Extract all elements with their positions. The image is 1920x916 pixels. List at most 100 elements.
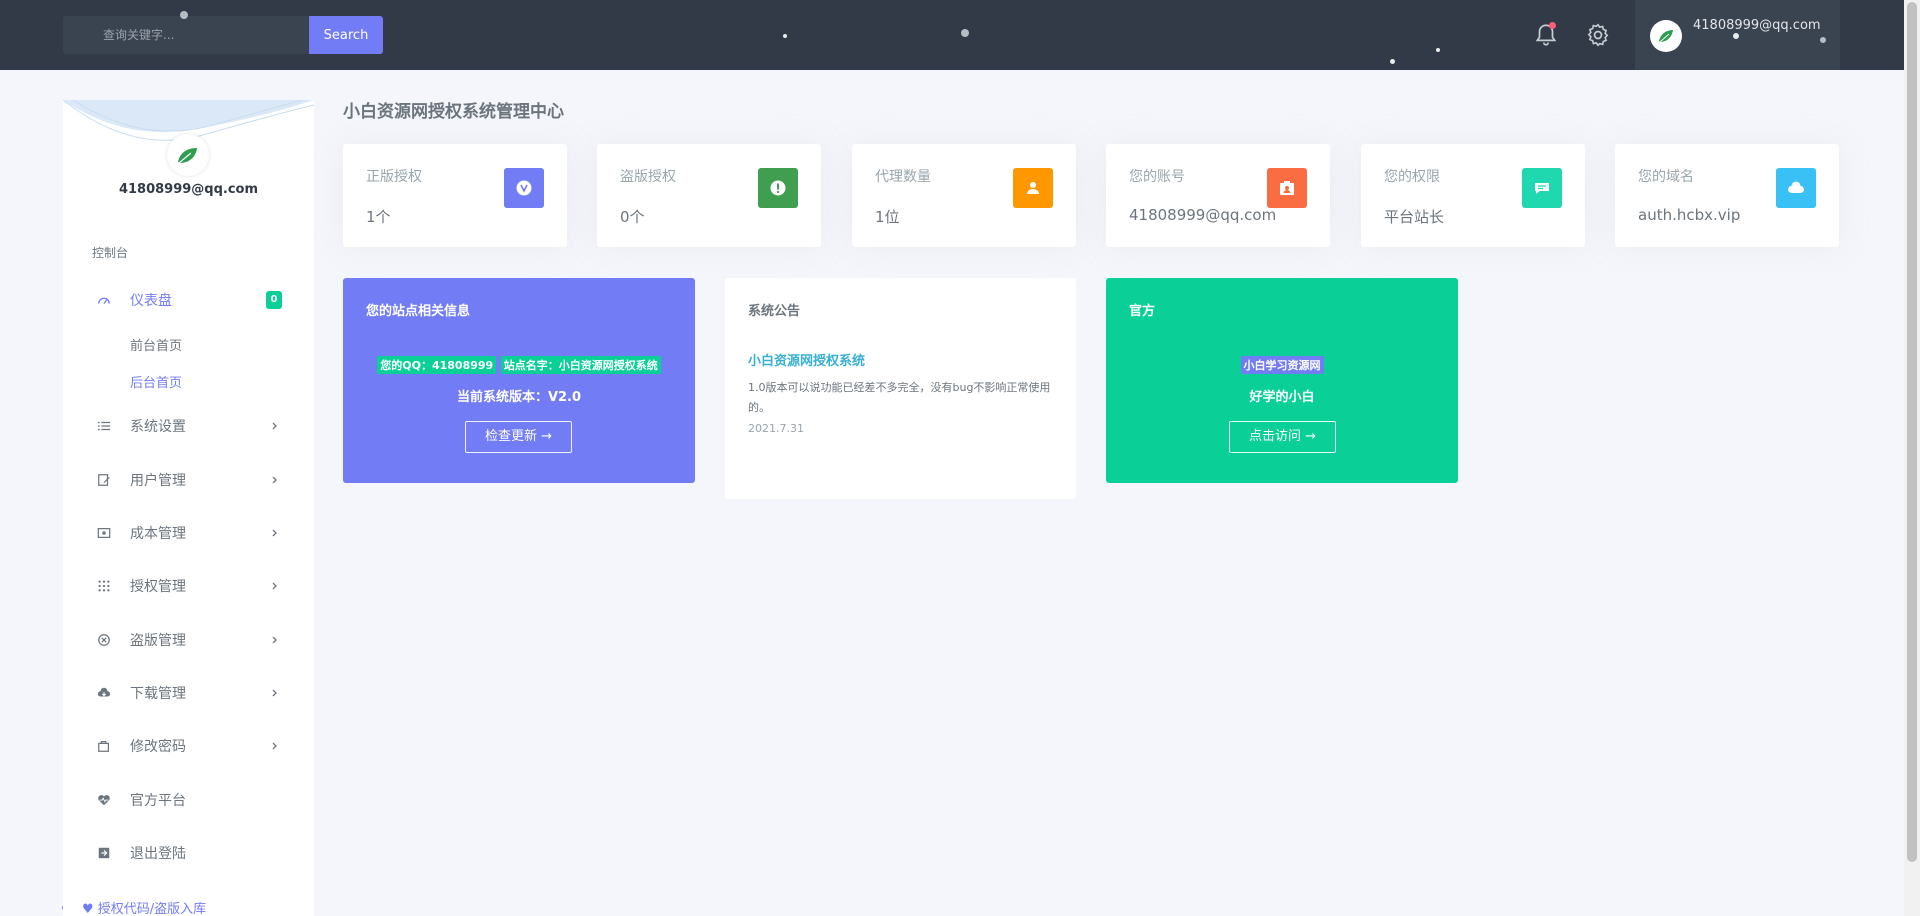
- stat-label: 代理数量: [875, 169, 931, 185]
- decorative-particle: [1436, 48, 1440, 52]
- stat-label: 盗版授权: [620, 169, 676, 185]
- sidebar-item-label: 下载管理: [130, 686, 186, 702]
- official-chip: 小白学习资源网: [1240, 356, 1324, 374]
- site-name-chip: 站点名字：小白资源网授权系统: [500, 356, 661, 374]
- sidebar-item-label: 仪表盘: [130, 293, 172, 309]
- chevron-right-icon: [272, 742, 277, 750]
- stat-label: 您的账号: [1129, 169, 1185, 185]
- cash-icon: [97, 528, 111, 538]
- decorative-particle: [961, 29, 969, 37]
- stat-value: 1位: [875, 208, 900, 226]
- decorative-particle: [1733, 33, 1739, 39]
- sidebar-item-official-platform[interactable]: 官方平台: [63, 785, 314, 815]
- notification-bell-icon[interactable]: [1533, 22, 1559, 48]
- site-info-panel: 您的站点相关信息 您的QQ：41808999 站点名字：小白资源网授权系统 当前…: [343, 278, 695, 483]
- chevron-right-icon: [272, 476, 277, 484]
- sidebar-subitem-backend-home[interactable]: 后台首页: [130, 372, 182, 391]
- stat-value: 平台站长: [1384, 208, 1445, 226]
- stat-value: 0个: [620, 208, 645, 226]
- visit-button[interactable]: 点击访问 →: [1229, 421, 1336, 453]
- site-chips: 您的QQ：41808999 站点名字：小白资源网授权系统: [343, 356, 695, 374]
- sidebar-item-change-password[interactable]: 修改密码: [63, 731, 314, 761]
- stat-card-agents: 代理数量 1位: [852, 144, 1076, 247]
- sidebar-item-system-settings[interactable]: 系统设置: [63, 411, 314, 441]
- announcement-link[interactable]: 小白资源网授权系统: [748, 350, 865, 369]
- page-title: 小白资源网授权系统管理中心: [343, 102, 564, 122]
- sidebar-item-logout[interactable]: 退出登陆: [63, 838, 314, 868]
- arrow-right-icon: →: [1305, 429, 1317, 444]
- sidebar-footer-label: 授权代码/盗版入库: [97, 902, 207, 916]
- search-input[interactable]: [63, 16, 309, 54]
- sidebar-item-label: 官方平台: [130, 793, 186, 809]
- cloud-download-icon: [97, 687, 111, 697]
- decorative-particle: [783, 34, 787, 38]
- sidebar-subitem-frontend-home[interactable]: 前台首页: [130, 335, 182, 354]
- search-button[interactable]: Search: [309, 16, 383, 54]
- button-label: 检查更新: [484, 429, 537, 444]
- sidebar-item-cost-management[interactable]: 成本管理: [63, 518, 314, 548]
- sidebar-item-user-management[interactable]: 用户管理: [63, 465, 314, 495]
- chevron-right-icon: [272, 689, 277, 697]
- stat-label: 您的权限: [1384, 169, 1440, 185]
- announcement-panel: 系统公告 小白资源网授权系统 1.0版本可以说功能已经差不多完全，没有bug不影…: [725, 278, 1076, 499]
- avatar: [1650, 20, 1682, 52]
- chevron-right-icon: [272, 636, 277, 644]
- sidebar-footer-link[interactable]: ♥ 授权代码/盗版入库: [82, 898, 206, 916]
- stat-label: 正版授权: [366, 169, 422, 185]
- decorative-particle: [1390, 59, 1395, 64]
- exclamation-icon: [758, 168, 798, 208]
- arrow-right-icon: →: [541, 429, 553, 444]
- exit-icon: [98, 847, 110, 859]
- decorative-particle: [1820, 37, 1826, 43]
- chat-icon: [1522, 168, 1562, 208]
- sidebar-item-label: 系统设置: [130, 419, 186, 435]
- chevron-right-icon: [272, 529, 277, 537]
- search-group: Search: [63, 16, 383, 54]
- sidebar-item-label: 修改密码: [130, 739, 186, 755]
- official-chip-line: 小白学习资源网: [1106, 356, 1458, 374]
- sidebar-item-license-management[interactable]: 授权管理: [63, 571, 314, 601]
- stat-card-pirated: 盗版授权 0个: [597, 144, 821, 247]
- button-label: 点击访问: [1248, 429, 1301, 444]
- stat-card-permission: 您的权限 平台站长: [1361, 144, 1585, 247]
- decorative-particle: [180, 11, 188, 19]
- stat-card-licensed: 正版授权 1个: [343, 144, 567, 247]
- gear-icon[interactable]: [1585, 22, 1611, 48]
- id-card-icon: [1267, 168, 1307, 208]
- topbar: Search 41808999@qq.com: [0, 0, 1904, 70]
- chevron-right-icon: [272, 422, 277, 430]
- system-version: 当前系统版本：V2.0: [456, 390, 582, 405]
- sidebar-item-label: 授权管理: [130, 579, 186, 595]
- stat-value: 41808999@qq.com: [1129, 206, 1277, 224]
- stat-value: 1个: [366, 208, 391, 226]
- briefcase-icon: [98, 741, 109, 752]
- panel-title: 您的站点相关信息: [366, 304, 471, 319]
- stat-card-account: 您的账号 41808999@qq.com: [1106, 144, 1330, 247]
- sidebar-item-download-management[interactable]: 下载管理: [63, 678, 314, 708]
- heart-icon: ♥: [82, 902, 94, 916]
- stat-value: auth.hcbx.vip: [1638, 206, 1741, 224]
- page-scrollbar[interactable]: [1904, 0, 1920, 916]
- user-email: 41808999@qq.com: [1693, 18, 1821, 33]
- announcement-text: 1.0版本可以说功能已经差不多完全，没有bug不影响正常使用的。: [748, 381, 1051, 414]
- grid-icon: [98, 580, 110, 592]
- official-subtitle: 好学的小白: [1249, 390, 1315, 405]
- user-icon: [1013, 168, 1053, 208]
- sidebar-item-label: 退出登陆: [130, 846, 186, 862]
- speedometer-icon: [98, 297, 110, 304]
- sidebar-item-piracy-management[interactable]: 盗版管理: [63, 625, 314, 655]
- notification-dot: [1549, 22, 1556, 29]
- sidebar-item-label: 成本管理: [130, 526, 186, 542]
- stat-label: 您的域名: [1638, 169, 1694, 185]
- close-circle-icon: [98, 634, 110, 646]
- sidebar-item-dashboard[interactable]: 仪表盘 0: [63, 285, 314, 315]
- dashboard-badge: 0: [266, 291, 282, 309]
- sidebar-user-email: 41808999@qq.com: [118, 182, 259, 197]
- v-badge-icon: [504, 168, 544, 208]
- announcement-date: 2021.7.31: [748, 422, 804, 435]
- heart-pulse-icon: [98, 795, 110, 806]
- chevron-right-icon: [272, 582, 277, 590]
- sidebar: 41808999@qq.com 控制台 仪表盘 0 前台首页 后台首页 系统设置…: [63, 100, 314, 916]
- check-update-button[interactable]: 检查更新 →: [465, 421, 572, 453]
- scrollbar-thumb[interactable]: [1907, 2, 1917, 862]
